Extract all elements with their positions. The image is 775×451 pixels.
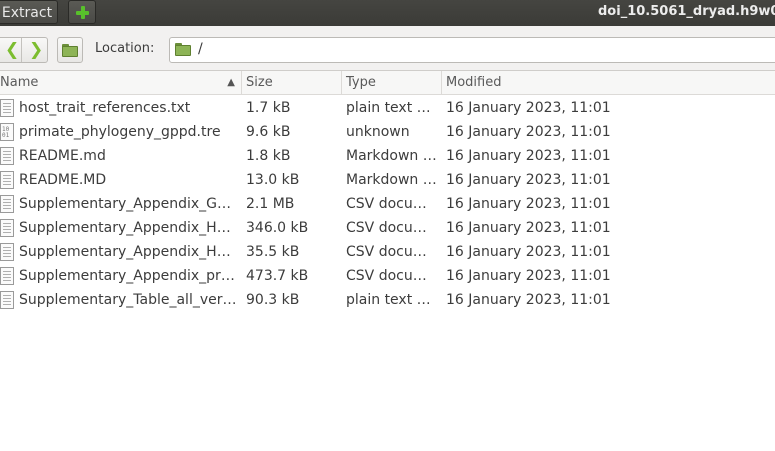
file-size: 1.7 kB [246,100,291,116]
window-title: doi_10.5061_dryad.h9w0v [598,4,775,19]
file-name: Supplementary_Appendix_pri… [19,268,237,284]
plus-icon-stroke [81,6,85,19]
file-modified: 16 January 2023, 11:01 [446,124,611,140]
file-row[interactable]: Supplementary_Appendix_GP… 2.1 MB CSV do… [0,192,775,216]
file-row[interactable]: 10 01 primate_phylogeny_gppd.tre 9.6 kB u… [0,120,775,144]
column-header-size[interactable]: Size [242,71,342,94]
text-file-icon [0,267,14,285]
file-row[interactable]: host_trait_references.txt 1.7 kB plain t… [0,96,775,120]
location-label: Location: [95,41,155,56]
file-size: 473.7 kB [246,268,309,284]
column-header-modified[interactable]: Modified [442,71,775,94]
add-files-button[interactable] [68,0,96,24]
file-modified: 16 January 2023, 11:01 [446,148,611,164]
forward-arrow-icon[interactable]: ❯ [29,40,43,60]
file-type: CSV docum… [346,196,438,212]
file-row[interactable]: Supplementary_Table_all_vert… 90.3 kB pl… [0,288,775,312]
file-modified: 16 January 2023, 11:01 [446,244,611,260]
file-size: 1.8 kB [246,148,291,164]
column-header-row: Name ▲ Size Type Modified [0,71,775,95]
file-name: Supplementary_Appendix_GP… [19,196,237,212]
file-size: 346.0 kB [246,220,309,236]
header-bar: Extract doi_10.5061_dryad.h9w0v [0,0,775,26]
file-name: Supplementary_Appendix_Ho… [19,244,237,260]
text-file-icon [0,195,14,213]
file-type: CSV docum… [346,268,438,284]
location-field[interactable]: / [169,37,775,63]
file-modified: 16 January 2023, 11:01 [446,172,611,188]
nav-separator [21,38,22,62]
home-button[interactable] [57,37,83,63]
file-size: 90.3 kB [246,292,300,308]
back-arrow-icon[interactable]: ❮ [5,40,19,60]
column-header-name-label: Name [0,75,39,90]
text-file-icon [0,243,14,261]
file-name: primate_phylogeny_gppd.tre [19,124,221,140]
file-row[interactable]: Supplementary_Appendix_Ho… 346.0 kB CSV … [0,216,775,240]
file-type: CSV docum… [346,220,438,236]
file-row[interactable]: README.md 1.8 kB Markdown … 16 January 2… [0,144,775,168]
file-list: host_trait_references.txt 1.7 kB plain t… [0,96,775,312]
file-name: host_trait_references.txt [19,100,191,116]
column-header-name[interactable]: Name ▲ [0,71,242,94]
file-type: plain text d… [346,100,438,116]
navigation-buttons: ❮ ❯ [0,37,48,63]
home-folder-icon [62,44,78,57]
file-row[interactable]: Supplementary_Appendix_Ho… 35.5 kB CSV d… [0,240,775,264]
file-row[interactable]: Supplementary_Appendix_pri… 473.7 kB CSV… [0,264,775,288]
location-toolbar: ❮ ❯ Location: / [0,26,775,71]
file-modified: 16 January 2023, 11:01 [446,268,611,284]
file-name: README.md [19,148,106,164]
location-path[interactable]: / [198,41,203,57]
file-row[interactable]: README.MD 13.0 kB Markdown … 16 January … [0,168,775,192]
file-name: Supplementary_Appendix_Ho… [19,220,237,236]
file-type: Markdown … [346,172,437,188]
file-size: 35.5 kB [246,244,300,260]
file-name: README.MD [19,172,107,188]
binary-file-icon: 10 01 [0,123,14,141]
text-file-icon [0,291,14,309]
file-name: Supplementary_Table_all_vert… [19,292,237,308]
file-modified: 16 January 2023, 11:01 [446,196,611,212]
file-type: CSV docum… [346,244,438,260]
file-modified: 16 January 2023, 11:01 [446,220,611,236]
text-file-icon [0,171,14,189]
extract-button[interactable]: Extract [0,0,58,24]
file-size: 9.6 kB [246,124,291,140]
file-type: unknown [346,124,410,140]
file-size: 13.0 kB [246,172,300,188]
file-size: 2.1 MB [246,196,295,212]
file-type: plain text d… [346,292,438,308]
text-file-icon [0,99,14,117]
file-modified: 16 January 2023, 11:01 [446,292,611,308]
file-modified: 16 January 2023, 11:01 [446,100,611,116]
folder-icon [175,43,191,56]
file-type: Markdown … [346,148,437,164]
sort-ascending-icon: ▲ [227,77,235,88]
text-file-icon [0,147,14,165]
column-header-type[interactable]: Type [342,71,442,94]
text-file-icon [0,219,14,237]
